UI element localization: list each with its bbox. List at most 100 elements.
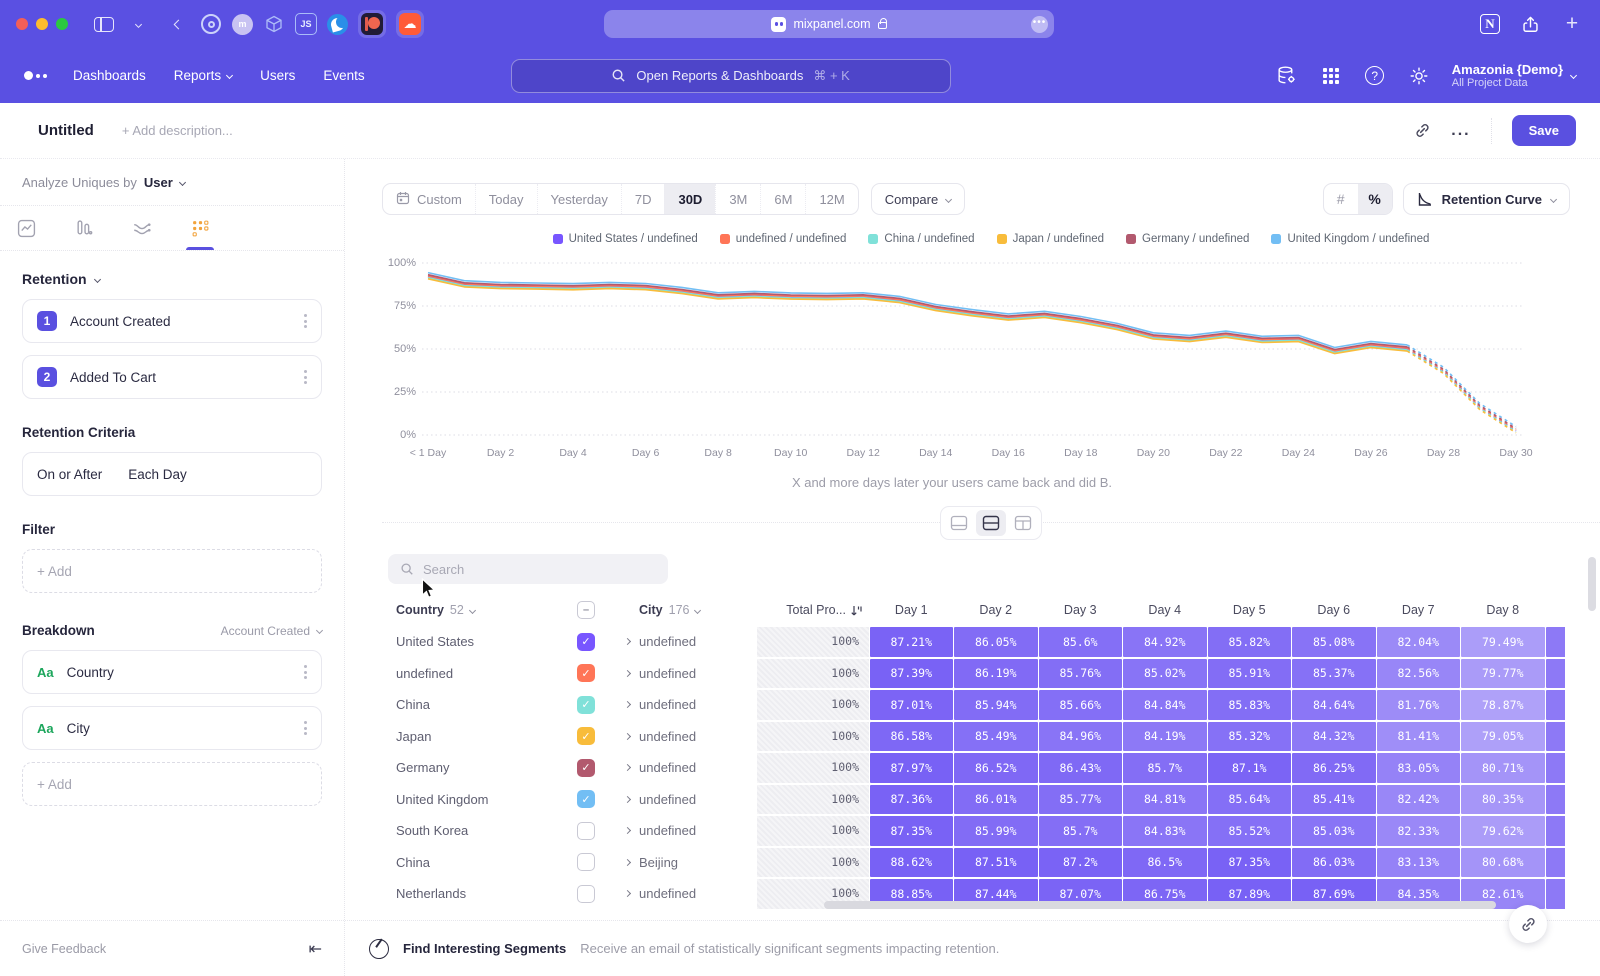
range-button-12m[interactable]: 12M — [805, 184, 857, 214]
breakdown-card-country[interactable]: Aa Country — [22, 650, 322, 694]
global-search[interactable]: Open Reports & Dashboards ⌘ + K — [511, 59, 951, 93]
collapse-sidebar-icon[interactable]: ⇤ — [309, 939, 322, 959]
retention-value-cell[interactable]: 87.01% — [870, 690, 954, 720]
retention-value-cell[interactable]: 85.83% — [1208, 690, 1292, 720]
retention-value-cell[interactable]: 87.35% — [870, 816, 954, 846]
day-column-header[interactable]: Day 5 — [1207, 603, 1292, 617]
retention-value-cell[interactable]: 86.03% — [1292, 848, 1376, 878]
retention-value-cell[interactable]: 78.87% — [1461, 690, 1545, 720]
nav-events[interactable]: Events — [323, 68, 364, 83]
range-button-7d[interactable]: 7D — [621, 184, 665, 214]
step-card-added-to-cart[interactable]: 2 Added To Cart — [22, 355, 322, 399]
range-button-today[interactable]: Today — [475, 184, 537, 214]
retention-value-cell[interactable]: 82.33% — [1377, 816, 1461, 846]
retention-value-cell[interactable]: 82.04% — [1377, 627, 1461, 657]
retention-value-cell[interactable]: 85.82% — [1208, 627, 1292, 657]
retention-value-cell[interactable]: 84.32% — [1292, 722, 1376, 752]
settings-gear-icon[interactable] — [1408, 65, 1430, 87]
url-more-icon[interactable]: ••• — [1031, 16, 1048, 33]
criteria-each-day[interactable]: Each Day — [128, 467, 187, 482]
criteria-on-or-after[interactable]: On or After — [37, 467, 102, 482]
retention-value-cell[interactable]: 85.49% — [954, 722, 1038, 752]
extension-js-icon[interactable]: JS — [295, 13, 317, 35]
give-feedback-link[interactable]: Give Feedback — [22, 942, 106, 956]
close-window-button[interactable] — [16, 18, 28, 30]
row-checkbox[interactable]: ✓ — [577, 759, 595, 777]
retention-value-cell[interactable]: 79.62% — [1461, 816, 1545, 846]
select-all-checkbox[interactable]: – — [577, 601, 595, 619]
row-checkbox[interactable] — [577, 885, 595, 903]
back-button[interactable] — [166, 12, 190, 36]
nav-reports[interactable]: Reports — [174, 68, 232, 83]
extension-browser-icon[interactable] — [327, 14, 348, 35]
percent-values-toggle[interactable]: % — [1358, 184, 1392, 214]
row-checkbox[interactable] — [577, 822, 595, 840]
analyze-uniques-value[interactable]: User — [144, 175, 173, 190]
retention-value-cell[interactable]: 85.91% — [1208, 659, 1292, 689]
retention-value-cell[interactable]: 87.35% — [1208, 848, 1292, 878]
mixpanel-logo[interactable] — [24, 71, 47, 80]
retention-value-cell[interactable]: 85.7% — [1123, 753, 1207, 783]
retention-value-cell[interactable]: 80.35% — [1461, 785, 1545, 815]
retention-value-cell[interactable]: 85.41% — [1292, 785, 1376, 815]
retention-value-cell[interactable]: 84.64% — [1292, 690, 1376, 720]
range-button-3m[interactable]: 3M — [715, 184, 760, 214]
expand-chevron-icon[interactable] — [624, 890, 631, 897]
retention-value-cell[interactable]: 85.94% — [954, 690, 1038, 720]
retention-value-cell[interactable]: 79.05% — [1461, 722, 1545, 752]
save-button[interactable]: Save — [1512, 115, 1576, 146]
retention-value-cell[interactable]: 84.92% — [1123, 627, 1207, 657]
retention-value-cell[interactable]: 86.05% — [954, 627, 1038, 657]
retention-value-cell[interactable]: 79.49% — [1461, 627, 1545, 657]
retention-value-cell[interactable]: 87.2% — [1039, 848, 1123, 878]
find-segments-title[interactable]: Find Interesting Segments — [403, 941, 566, 956]
day-column-header[interactable]: Day 3 — [1038, 603, 1123, 617]
expand-chevron-icon[interactable] — [624, 859, 631, 866]
breakdown-event-selector[interactable]: Account Created — [221, 624, 322, 638]
retention-section-title[interactable]: Retention — [22, 271, 87, 287]
retention-value-cell[interactable]: 85.08% — [1292, 627, 1376, 657]
expand-chevron-icon[interactable] — [624, 701, 631, 708]
extension-patreon-chip[interactable] — [358, 10, 386, 38]
retention-value-cell[interactable]: 85.02% — [1123, 659, 1207, 689]
tab-retention[interactable] — [184, 206, 216, 250]
retention-value-cell[interactable]: 79.77% — [1461, 659, 1545, 689]
retention-value-cell[interactable]: 85.64% — [1208, 785, 1292, 815]
retention-value-cell[interactable]: 85.76% — [1039, 659, 1123, 689]
retention-value-cell[interactable]: 83.05% — [1377, 753, 1461, 783]
range-button-30d[interactable]: 30D — [664, 184, 715, 214]
kebab-menu-icon[interactable] — [304, 314, 307, 328]
row-checkbox[interactable]: ✓ — [577, 696, 595, 714]
sidebar-toggle-icon[interactable] — [92, 12, 116, 36]
city-column-header[interactable]: City 176 — [639, 603, 757, 617]
expand-chevron-icon[interactable] — [624, 796, 631, 803]
retention-value-cell[interactable]: 80.68% — [1461, 848, 1545, 878]
retention-value-cell[interactable]: 85.99% — [954, 816, 1038, 846]
retention-value-cell[interactable]: 86.01% — [954, 785, 1038, 815]
range-button-6m[interactable]: 6M — [760, 184, 805, 214]
day-column-header[interactable]: Day 8 — [1461, 603, 1546, 617]
apps-grid-icon[interactable] — [1320, 65, 1342, 87]
country-column-header[interactable]: Country 52 — [388, 603, 577, 617]
zoom-window-button[interactable] — [56, 18, 68, 30]
legend-item[interactable]: Germany / undefined — [1126, 233, 1249, 245]
retention-value-cell[interactable]: 84.81% — [1123, 785, 1207, 815]
project-selector[interactable]: Amazonia {Demo} All Project Data — [1452, 62, 1576, 89]
notion-pinned-tab-icon[interactable]: N — [1480, 14, 1500, 34]
tab-insights[interactable] — [10, 206, 42, 250]
legend-item[interactable]: undefined / undefined — [720, 233, 847, 245]
legend-item[interactable]: United Kingdom / undefined — [1271, 233, 1429, 245]
compare-button[interactable]: Compare — [871, 183, 965, 215]
nav-dashboards[interactable]: Dashboards — [73, 68, 146, 83]
vertical-scrollbar[interactable] — [1588, 557, 1596, 611]
add-description[interactable]: + Add description... — [122, 123, 233, 138]
row-checkbox[interactable]: ✓ — [577, 727, 595, 745]
more-options-button[interactable]: ... — [1451, 122, 1470, 140]
expand-chevron-icon[interactable] — [624, 670, 631, 677]
extension-1password-icon[interactable] — [200, 13, 222, 35]
retention-value-cell[interactable]: 85.03% — [1292, 816, 1376, 846]
share-link-fab[interactable] — [1509, 905, 1547, 943]
day-column-header[interactable]: Day 1 — [869, 603, 954, 617]
retention-value-cell[interactable]: 85.6% — [1039, 627, 1123, 657]
address-bar[interactable]: mixpanel.com ••• — [604, 10, 1054, 38]
